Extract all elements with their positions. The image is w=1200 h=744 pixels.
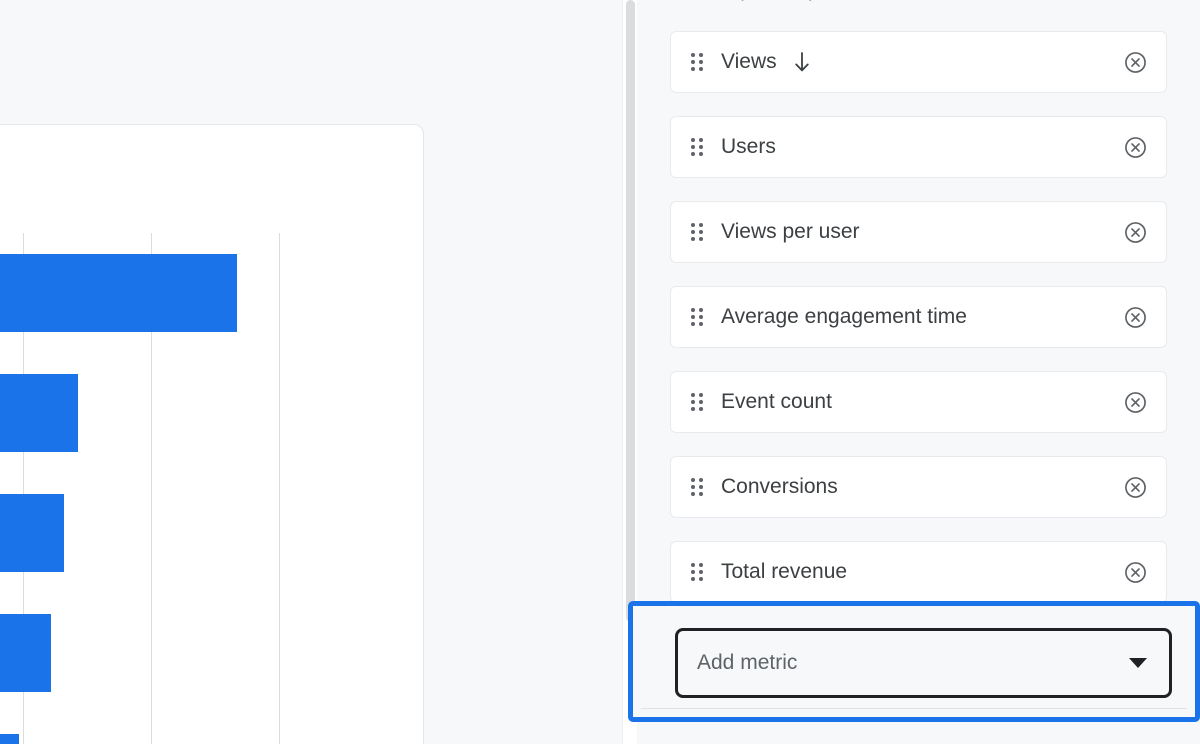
chart-bar[interactable] xyxy=(0,374,79,452)
metric-label: Total revenue xyxy=(721,560,848,583)
metric-row[interactable]: Views per user xyxy=(670,201,1167,263)
scrollbar-thumb[interactable] xyxy=(626,0,635,622)
chart-bar[interactable] xyxy=(0,734,20,744)
metric-label: Views per user xyxy=(721,220,860,243)
metric-row[interactable]: Event count xyxy=(670,371,1167,433)
chart-bar[interactable] xyxy=(0,254,237,332)
metric-row[interactable]: Users xyxy=(670,116,1167,178)
report-customization-screen: and screen class METRICS (UP TO 12) View… xyxy=(0,0,1200,744)
metric-label: Average engagement time xyxy=(721,305,967,328)
remove-circle-icon[interactable] xyxy=(1122,559,1148,585)
metric-label: Conversions xyxy=(721,475,838,498)
add-metric-placeholder: Add metric xyxy=(697,651,798,674)
chevron-down-icon xyxy=(1129,658,1147,668)
remove-circle-icon[interactable] xyxy=(1122,49,1148,75)
add-metric-container: Add metric xyxy=(633,606,1195,717)
metric-row[interactable]: Average engagement time xyxy=(670,286,1167,348)
drag-handle-icon[interactable] xyxy=(691,138,705,156)
report-canvas: and screen class xyxy=(0,0,622,744)
drag-handle-icon[interactable] xyxy=(691,393,705,411)
arrow-down-icon[interactable] xyxy=(792,50,812,74)
drag-handle-icon[interactable] xyxy=(691,53,705,71)
remove-circle-icon[interactable] xyxy=(1122,219,1148,245)
metric-row[interactable]: Total revenue xyxy=(670,541,1167,603)
chart-gridline xyxy=(279,233,280,744)
remove-circle-icon[interactable] xyxy=(1122,474,1148,500)
add-metric-select[interactable]: Add metric xyxy=(675,628,1172,698)
chart-bar[interactable] xyxy=(0,494,64,572)
divider xyxy=(641,708,1187,709)
metric-row[interactable]: Conversions xyxy=(670,456,1167,518)
metric-label: Event count xyxy=(721,390,832,413)
remove-circle-icon[interactable] xyxy=(1122,389,1148,415)
metric-row[interactable]: Views xyxy=(670,31,1167,93)
bar-chart-plot xyxy=(0,233,407,744)
drag-handle-icon[interactable] xyxy=(691,478,705,496)
metric-label: Views xyxy=(721,50,777,73)
chart-bar[interactable] xyxy=(0,614,52,692)
metric-label: Users xyxy=(721,135,776,158)
drag-handle-icon[interactable] xyxy=(691,223,705,241)
metrics-section-header: METRICS (UP TO 12) xyxy=(670,0,814,1)
drag-handle-icon[interactable] xyxy=(691,308,705,326)
remove-circle-icon[interactable] xyxy=(1122,134,1148,160)
remove-circle-icon[interactable] xyxy=(1122,304,1148,330)
drag-handle-icon[interactable] xyxy=(691,563,705,581)
chart-card: and screen class xyxy=(0,124,424,744)
add-metric-focus-ring: Add metric xyxy=(628,601,1200,722)
